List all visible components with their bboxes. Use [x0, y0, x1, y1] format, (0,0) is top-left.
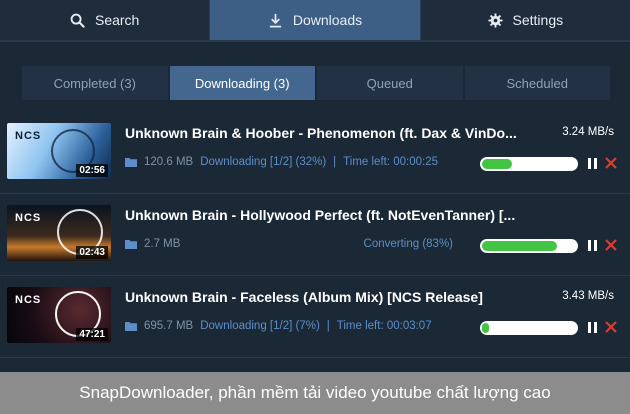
nav-search[interactable]: Search	[0, 0, 209, 40]
download-status: Converting (83%)	[363, 238, 453, 250]
time-left: Time left: 00:00:25	[343, 156, 438, 168]
file-size: 2.7 MB	[144, 238, 181, 250]
video-thumbnail[interactable]: NCS 02:56	[7, 123, 111, 179]
video-duration: 02:43	[76, 246, 108, 259]
download-status: Downloading [1/2] (7%)	[200, 320, 320, 332]
video-thumbnail[interactable]: NCS 02:43	[7, 205, 111, 261]
tab-scheduled[interactable]: Scheduled	[464, 66, 610, 100]
video-duration: 02:56	[76, 164, 108, 177]
progress-bar	[480, 321, 578, 335]
tab-completed[interactable]: Completed (3)	[22, 66, 168, 100]
pause-icon[interactable]	[588, 240, 598, 251]
file-size: 120.6 MB	[144, 156, 194, 168]
caption-banner: SnapDownloader, phần mềm tải video youtu…	[0, 372, 630, 414]
download-title: Unknown Brain - Hollywood Perfect (ft. N…	[125, 207, 516, 223]
folder-icon	[125, 240, 137, 249]
nav-search-label: Search	[94, 12, 140, 28]
download-icon	[269, 13, 281, 27]
download-row: NCS 02:43 Unknown Brain - Hollywood Perf…	[0, 194, 630, 276]
close-icon[interactable]	[604, 238, 618, 252]
download-title: Unknown Brain & Hoober - Phenomenon (ft.…	[125, 125, 517, 141]
file-size: 695.7 MB	[144, 320, 194, 332]
download-speed: 3.24 MB/s	[562, 126, 614, 138]
download-title: Unknown Brain - Faceless (Album Mix) [NC…	[125, 289, 483, 305]
download-meta: 2.7 MB	[125, 238, 180, 250]
download-row: NCS 47:21 Unknown Brain - Faceless (Albu…	[0, 276, 630, 358]
close-icon[interactable]	[604, 156, 618, 170]
thumbnail-logo: NCS	[15, 212, 42, 224]
video-thumbnail[interactable]: NCS 47:21	[7, 287, 111, 343]
progress-fill	[482, 159, 513, 169]
search-icon	[70, 13, 85, 28]
thumbnail-logo: NCS	[15, 294, 42, 306]
progress-fill	[482, 323, 489, 333]
download-meta: 695.7 MB Downloading [1/2] (7%) | Time l…	[125, 320, 432, 332]
nav-downloads[interactable]: Downloads	[210, 0, 420, 40]
progress-bar	[480, 157, 578, 171]
meta-separator: |	[326, 320, 330, 332]
thumbnail-logo: NCS	[15, 130, 42, 142]
download-list: NCS 02:56 Unknown Brain & Hoober - Pheno…	[0, 112, 630, 358]
folder-icon	[125, 158, 137, 167]
nav-downloads-label: Downloads	[292, 12, 363, 28]
progress-bar	[480, 239, 578, 253]
tab-downloading[interactable]: Downloading (3)	[169, 66, 315, 100]
folder-icon	[125, 322, 137, 331]
video-duration: 47:21	[76, 328, 108, 341]
pause-icon[interactable]	[588, 158, 598, 169]
time-left: Time left: 00:03:07	[336, 320, 432, 332]
nav-settings[interactable]: Settings	[421, 0, 630, 40]
nav-settings-label: Settings	[512, 12, 564, 28]
meta-separator: |	[333, 156, 337, 168]
tab-queued[interactable]: Queued	[317, 66, 463, 100]
download-speed: 3.43 MB/s	[562, 290, 614, 302]
close-icon[interactable]	[604, 320, 618, 334]
gear-icon	[487, 12, 503, 28]
pause-icon[interactable]	[588, 322, 598, 333]
progress-fill	[482, 241, 558, 251]
download-tabs: Completed (3) Downloading (3) Queued Sch…	[22, 66, 610, 100]
download-row: NCS 02:56 Unknown Brain & Hoober - Pheno…	[0, 112, 630, 194]
download-status: Downloading [1/2] (32%)	[200, 156, 327, 168]
top-nav: Search Downloads Settings	[0, 0, 630, 42]
download-meta: 120.6 MB Downloading [1/2] (32%) | Time …	[125, 156, 438, 168]
